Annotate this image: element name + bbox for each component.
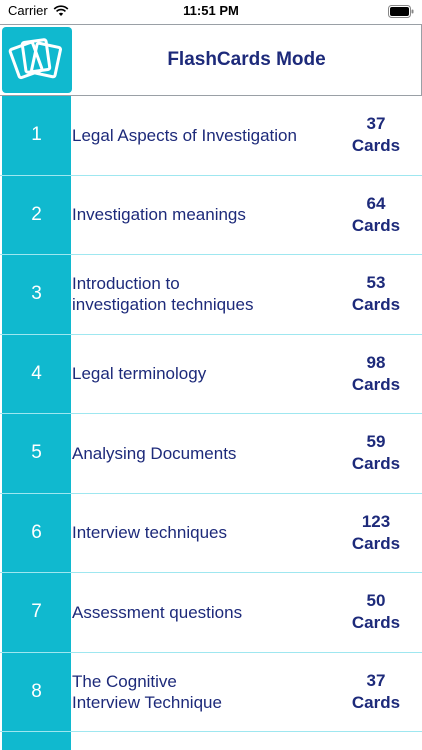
card-count-unit: Cards [351,136,401,156]
deck-row-5[interactable]: 5 Analysing Documents 59 Cards [0,414,422,494]
cards-stack-icon [8,38,62,80]
deck-card-count: 50 Cards [342,573,410,652]
deck-title: Introduction to investigation techniques [72,274,254,315]
deck-number-partial [2,732,71,750]
card-count-unit: Cards [351,454,401,474]
deck-row-9-partial[interactable] [0,732,422,750]
deck-number: 4 [2,334,71,413]
flashcards-logo-icon [2,27,72,93]
deck-card-count: 123 Cards [342,494,410,573]
card-count-value: 64 [366,193,386,213]
deck-row-7[interactable]: 7 Assessment questions 50 Cards [0,573,422,653]
card-count-value: 123 [361,511,391,531]
card-count-value: 50 [366,591,386,611]
deck-card-count: 53 Cards [342,255,410,334]
card-count-value: 37 [366,114,386,134]
battery-icon [388,5,414,18]
deck-row-3[interactable]: 3 Introduction to investigation techniqu… [0,255,422,335]
deck-card-count: 64 Cards [342,176,410,255]
card-count-unit: Cards [351,533,401,553]
deck-title: Legal terminology [72,364,207,384]
status-time: 11:51 PM [183,3,239,18]
card-count-unit: Cards [351,374,401,394]
card-count-unit: Cards [351,692,401,712]
deck-number: 5 [2,414,71,493]
deck-number: 3 [2,255,71,334]
deck-row-4[interactable]: 4 Legal terminology 98 Cards [0,334,422,414]
card-count-unit: Cards [351,613,401,633]
deck-row-1[interactable]: 1 Legal Aspects of Investigation 37 Card… [0,96,422,176]
deck-card-count: 98 Cards [342,335,410,414]
card-count-value: 59 [366,432,386,452]
card-count-value: 98 [366,352,386,372]
deck-number: 7 [2,573,71,652]
deck-card-count: 59 Cards [342,414,410,493]
page-title: FlashCards Mode [167,49,326,70]
card-count-value: 53 [366,273,386,293]
header-bar: FlashCards Mode [0,24,422,96]
status-bar: Carrier 11:51 PM [0,0,422,24]
deck-title: The Cognitive Interview Technique [72,671,222,712]
deck-card-count: 37 Cards [342,96,410,175]
card-count-unit: Cards [351,215,401,235]
deck-number: 8 [2,652,71,731]
card-count-unit: Cards [351,295,401,315]
deck-number: 2 [2,175,71,254]
deck-row-2[interactable]: 2 Investigation meanings 64 Cards [0,175,422,255]
deck-list: 1 Legal Aspects of Investigation 37 Card… [0,96,422,750]
deck-card-count: 37 Cards [342,653,410,732]
card-count-value: 37 [366,670,386,690]
deck-row-6[interactable]: 6 Interview techniques 123 Cards [0,493,422,573]
deck-title: Assessment questions [72,602,243,622]
deck-title: Investigation meanings [72,205,246,225]
deck-title: Analysing Documents [72,443,237,463]
deck-title: Legal Aspects of Investigation [72,125,297,145]
deck-title: Interview techniques [72,523,227,543]
deck-number: 6 [2,493,71,572]
deck-number: 1 [2,96,71,175]
deck-row-8[interactable]: 8 The Cognitive Interview Technique 37 C… [0,652,422,732]
